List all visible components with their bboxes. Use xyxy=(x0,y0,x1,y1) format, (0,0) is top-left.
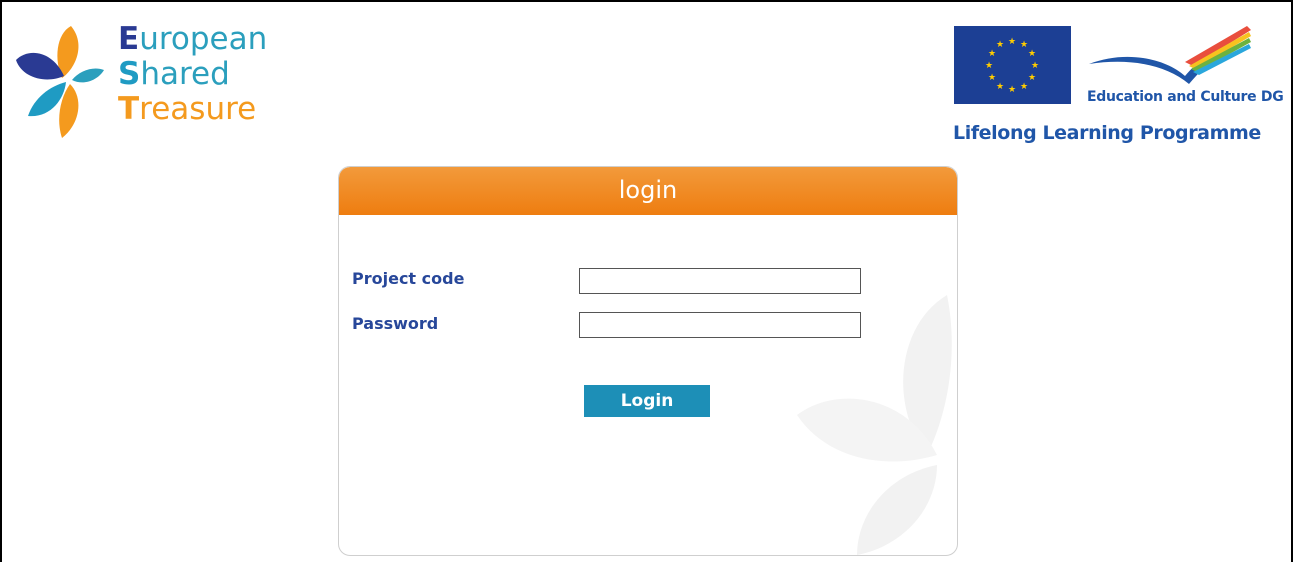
svg-text:★: ★ xyxy=(985,61,993,71)
login-header: login xyxy=(339,167,957,215)
password-label: Password xyxy=(352,314,439,333)
project-code-input[interactable] xyxy=(579,268,861,294)
svg-text:★: ★ xyxy=(996,40,1004,50)
svg-text:★: ★ xyxy=(1028,49,1036,59)
programme-label: Lifelong Learning Programme xyxy=(953,122,1261,144)
brand-cap-e: E xyxy=(118,21,140,57)
dg-label: Education and Culture DG xyxy=(1087,89,1284,105)
eu-flag-icon: ★ ★ ★ ★ ★ ★ ★ ★ ★ ★ ★ ★ xyxy=(954,26,1071,104)
petal-logo-icon xyxy=(16,26,104,138)
svg-text:★: ★ xyxy=(1020,40,1028,50)
svg-text:★: ★ xyxy=(988,49,996,59)
password-input[interactable] xyxy=(579,312,861,338)
brand-word-shared: hared xyxy=(140,56,230,92)
svg-text:★: ★ xyxy=(1031,61,1039,71)
svg-text:★: ★ xyxy=(1028,73,1036,83)
login-button[interactable]: Login xyxy=(584,385,710,417)
brand-cap-s: S xyxy=(118,56,141,92)
brand-word-treasure: reasure xyxy=(139,91,257,127)
svg-text:★: ★ xyxy=(988,73,996,83)
project-code-label: Project code xyxy=(352,269,465,288)
svg-text:★: ★ xyxy=(1020,82,1028,92)
brand-word-european: uropean xyxy=(139,21,268,57)
european-shared-treasure-logo: European Shared Treasure xyxy=(14,20,284,145)
login-panel: login Project code Password Login xyxy=(338,166,958,556)
svg-text:★: ★ xyxy=(1008,85,1016,95)
svg-text:★: ★ xyxy=(996,82,1004,92)
lifelong-learning-programme-logo: ★ ★ ★ ★ ★ ★ ★ ★ ★ ★ ★ ★ Education and Cu… xyxy=(947,12,1287,160)
brand-cap-t: T xyxy=(118,91,140,127)
page-frame: European Shared Treasure ★ ★ ★ ★ ★ ★ ★ ★… xyxy=(0,0,1293,562)
login-title: login xyxy=(618,176,678,204)
swoosh-icon xyxy=(1089,26,1251,84)
brand-wordmark: European Shared Treasure xyxy=(118,22,267,127)
svg-text:★: ★ xyxy=(1008,37,1016,47)
